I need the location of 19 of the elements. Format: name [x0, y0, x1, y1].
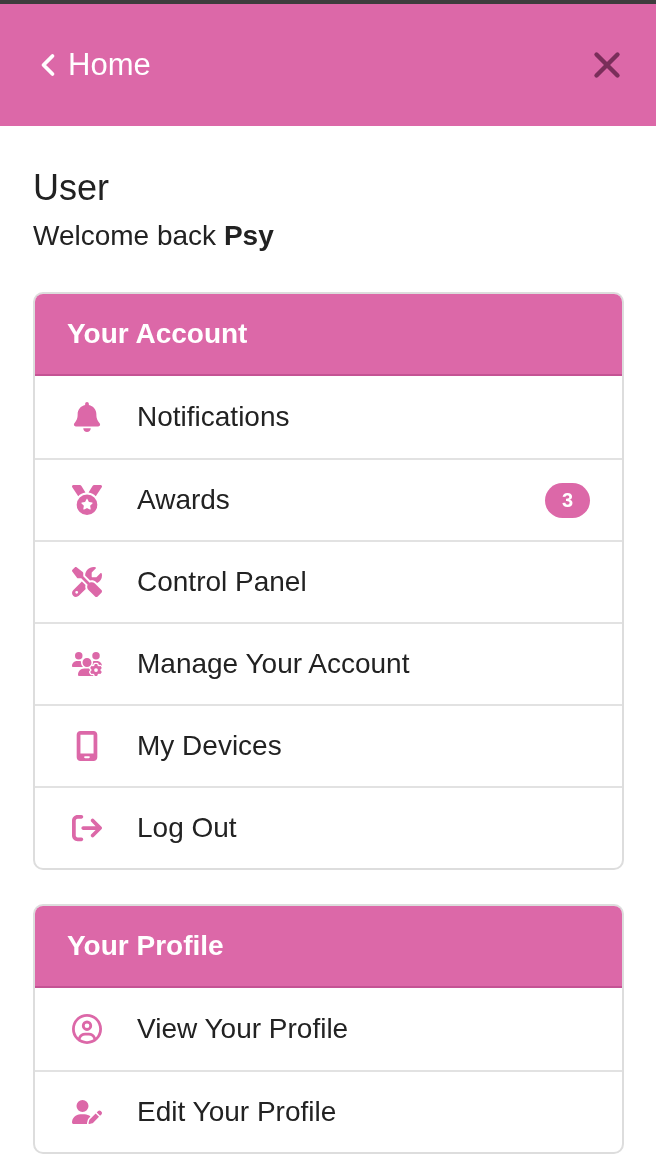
users-gear-icon [72, 649, 102, 679]
menu-item[interactable]: Control Panel [35, 540, 622, 622]
medal-icon [72, 485, 102, 515]
user-edit-icon [72, 1097, 102, 1127]
tools-icon [72, 567, 102, 597]
menu-item[interactable]: View Your Profile [35, 988, 622, 1070]
bell-icon [72, 402, 102, 432]
menu-item[interactable]: Log Out [35, 786, 622, 868]
count-badge: 3 [544, 482, 590, 518]
menu-item[interactable]: My Devices [35, 704, 622, 786]
menu-item[interactable]: Manage Your Account [35, 622, 622, 704]
user-title: User [33, 168, 110, 208]
card-header: Your Account [35, 294, 622, 376]
card-header: Your Profile [35, 906, 622, 988]
welcome-text: Welcome back Psy [33, 220, 275, 252]
logout-icon [72, 813, 102, 843]
menu-item[interactable]: Notifications [35, 376, 622, 458]
menu-item[interactable]: Edit Your Profile [35, 1070, 622, 1152]
menu-item[interactable]: Awards 3 [35, 458, 622, 540]
